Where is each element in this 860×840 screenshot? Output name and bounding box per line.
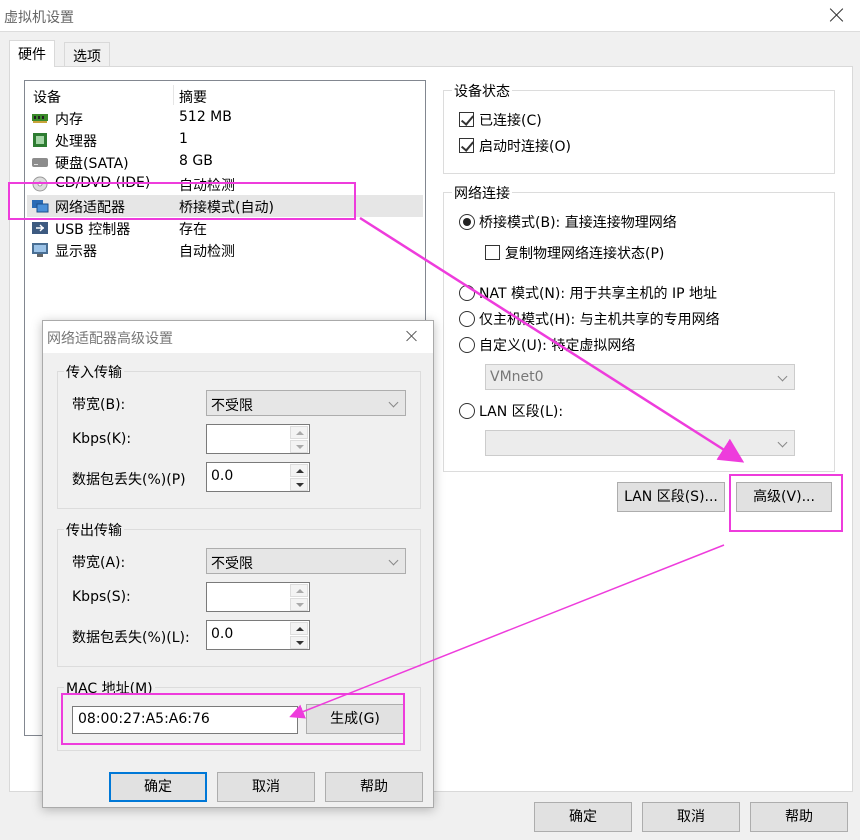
summary-column-header[interactable]: 摘要	[179, 87, 207, 107]
device-row-hard-disk[interactable]: 硬盘(SATA) 8 GB	[27, 151, 423, 173]
chevron-down-icon	[777, 371, 788, 382]
close-icon[interactable]	[828, 6, 846, 24]
device-name: USB 控制器	[55, 222, 131, 238]
connect-on-start-checkbox[interactable]	[459, 138, 474, 153]
incoming-loss-stepper[interactable]: 0.0	[206, 462, 310, 492]
advanced-button-highlight	[729, 474, 843, 532]
connected-label[interactable]: 已连接(C)	[479, 110, 542, 130]
device-summary: 8 GB	[179, 153, 213, 169]
window-title-bar: 虚拟机设置	[0, 0, 860, 32]
incoming-bandwidth-label: 带宽(B):	[72, 397, 126, 413]
outgoing-kbps-stepper[interactable]	[206, 582, 310, 612]
device-name: 内存	[55, 112, 83, 128]
advanced-settings-dialog: 网络适配器高级设置 传入传输 带宽(B): 不受限 Kbps(K): 数据包丢失…	[42, 320, 434, 808]
custom-label[interactable]: 自定义(U): 特定虚拟网络	[479, 335, 635, 355]
processor-icon	[33, 133, 47, 147]
incoming-bandwidth-select[interactable]: 不受限	[206, 390, 406, 416]
replicate-state-label[interactable]: 复制物理网络连接状态(P)	[505, 243, 664, 263]
display-icon	[32, 243, 48, 257]
host-only-label[interactable]: 仅主机模式(H): 与主机共享的专用网络	[479, 309, 720, 329]
dialog-title-bar: 网络适配器高级设置	[43, 321, 433, 353]
nat-label[interactable]: NAT 模式(N): 用于共享主机的 IP 地址	[479, 283, 717, 303]
arrow-up-icon[interactable]	[290, 464, 308, 477]
custom-network-select[interactable]: VMnet0	[485, 364, 795, 390]
dialog-title: 网络适配器高级设置	[47, 331, 173, 347]
arrow-down-icon[interactable]	[290, 478, 308, 491]
mac-address-highlight	[61, 693, 405, 745]
nat-radio[interactable]	[459, 285, 475, 301]
connected-checkbox[interactable]	[459, 112, 474, 127]
device-summary: 存在	[179, 222, 207, 238]
device-row-memory[interactable]: 内存 512 MB	[27, 107, 423, 129]
device-name: 硬盘(SATA)	[55, 156, 129, 172]
dialog-cancel-button[interactable]: 取消	[217, 772, 315, 802]
outgoing-transfer-title: 传出传输	[64, 520, 124, 540]
incoming-kbps-label: Kbps(K):	[72, 431, 132, 447]
outgoing-loss-value: 0.0	[211, 626, 234, 642]
bridged-radio[interactable]	[459, 214, 475, 230]
incoming-transfer-title: 传入传输	[64, 362, 124, 382]
usb-icon	[32, 222, 48, 234]
arrow-up-icon[interactable]	[290, 584, 308, 597]
tab-hardware[interactable]: 硬件	[9, 40, 55, 67]
incoming-loss-value: 0.0	[211, 468, 234, 484]
hard-disk-icon	[32, 158, 48, 167]
outgoing-loss-stepper[interactable]: 0.0	[206, 620, 310, 650]
close-icon[interactable]	[405, 329, 419, 343]
bridged-label[interactable]: 桥接模式(B): 直接连接物理网络	[479, 212, 677, 232]
device-column-header[interactable]: 设备	[33, 87, 61, 107]
window-title: 虚拟机设置	[4, 10, 74, 26]
ok-button[interactable]: 确定	[534, 802, 632, 832]
device-status-title: 设备状态	[452, 81, 512, 101]
device-row-processor[interactable]: 处理器 1	[27, 129, 423, 151]
incoming-loss-label: 数据包丢失(%)(P)	[72, 472, 186, 488]
tab-options[interactable]: 选项	[64, 42, 110, 66]
host-only-radio[interactable]	[459, 311, 475, 327]
lan-segments-button[interactable]: LAN 区段(S)...	[617, 482, 725, 512]
outgoing-kbps-label: Kbps(S):	[72, 589, 131, 605]
device-summary: 512 MB	[179, 109, 232, 125]
arrow-down-icon[interactable]	[290, 636, 308, 649]
device-row-usb[interactable]: USB 控制器 存在	[27, 217, 423, 239]
incoming-transfer-group: 传入传输 带宽(B): 不受限 Kbps(K): 数据包丢失(%)(P) 0.0	[57, 362, 421, 509]
lan-segment-select[interactable]	[485, 430, 795, 456]
custom-network-value: VMnet0	[490, 369, 544, 385]
dialog-help-button[interactable]: 帮助	[325, 772, 423, 802]
incoming-bandwidth-value: 不受限	[211, 398, 253, 414]
outgoing-bandwidth-select[interactable]: 不受限	[206, 548, 406, 574]
outgoing-bandwidth-value: 不受限	[211, 556, 253, 572]
column-separator	[173, 85, 174, 105]
arrow-up-icon[interactable]	[290, 426, 308, 439]
lan-segment-radio[interactable]	[459, 403, 475, 419]
device-summary: 自动检测	[179, 244, 235, 260]
device-name: 处理器	[55, 134, 97, 150]
outgoing-loss-label: 数据包丢失(%)(L):	[72, 630, 190, 646]
dialog-ok-button[interactable]: 确定	[109, 772, 207, 802]
arrow-down-icon[interactable]	[290, 440, 308, 453]
network-connection-group: 网络连接 桥接模式(B): 直接连接物理网络 复制物理网络连接状态(P) NAT…	[443, 183, 835, 472]
help-button[interactable]: 帮助	[750, 802, 848, 832]
network-connection-title: 网络连接	[452, 183, 512, 203]
chevron-down-icon	[777, 437, 788, 448]
device-status-group: 设备状态 已连接(C) 启动时连接(O)	[443, 81, 835, 174]
arrow-up-icon[interactable]	[290, 622, 308, 635]
device-summary: 1	[179, 131, 188, 147]
outgoing-bandwidth-label: 带宽(A):	[72, 555, 126, 571]
memory-icon	[32, 114, 48, 123]
lan-segment-label[interactable]: LAN 区段(L):	[479, 401, 563, 421]
chevron-down-icon	[388, 555, 399, 566]
replicate-state-checkbox[interactable]	[485, 245, 500, 260]
device-name: 显示器	[55, 244, 97, 260]
chevron-down-icon	[388, 397, 399, 408]
outgoing-transfer-group: 传出传输 带宽(A): 不受限 Kbps(S): 数据包丢失(%)(L): 0.…	[57, 520, 421, 667]
network-adapter-highlight	[8, 182, 356, 220]
arrow-down-icon[interactable]	[290, 598, 308, 611]
incoming-kbps-stepper[interactable]	[206, 424, 310, 454]
device-row-display[interactable]: 显示器 自动检测	[27, 239, 423, 261]
cancel-button[interactable]: 取消	[642, 802, 740, 832]
connect-on-start-label[interactable]: 启动时连接(O)	[479, 136, 571, 156]
custom-radio[interactable]	[459, 337, 475, 353]
